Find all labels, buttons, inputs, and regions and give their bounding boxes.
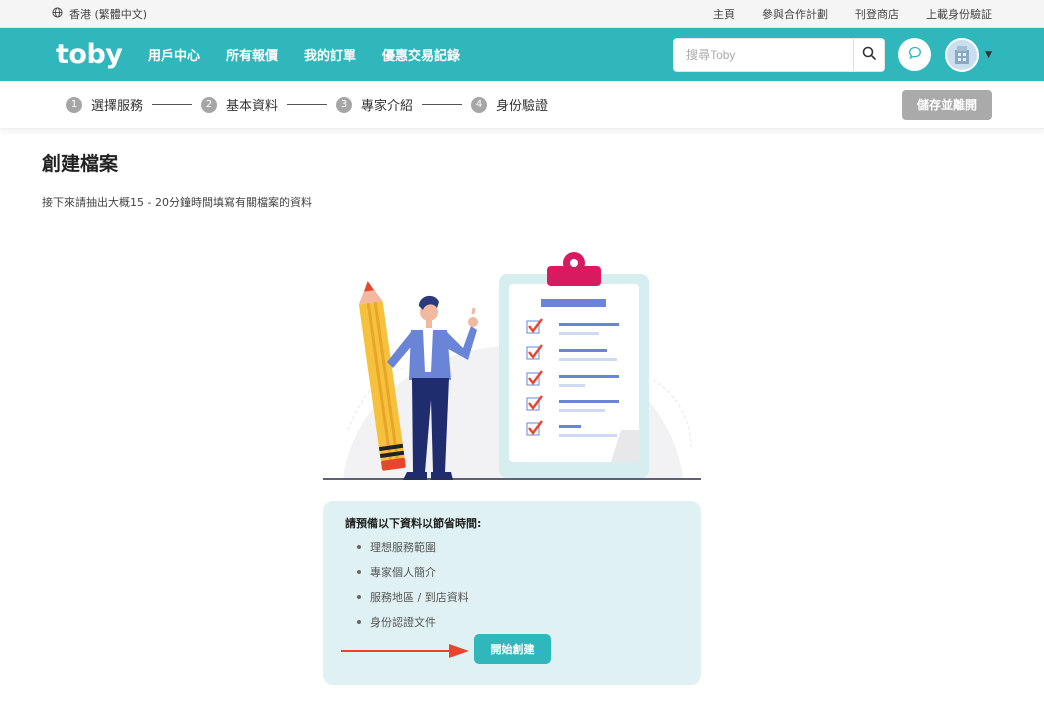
search-icon: [862, 45, 876, 64]
step-number: 4: [471, 96, 488, 113]
step-number: 3: [336, 96, 353, 113]
main-nav: 用戶中心 所有報價 我的訂單 優惠交易記錄: [148, 45, 460, 64]
search-input[interactable]: [674, 38, 854, 71]
step-label: 選擇服務: [91, 99, 144, 114]
list-item: 專家個人簡介: [357, 564, 681, 580]
chat-icon: [908, 45, 922, 64]
step-label: 身份驗證: [496, 99, 549, 114]
utility-bar: 香港 (繁體中文) 主頁 參與合作計劃 刊登商店 上載身份驗証: [0, 0, 1044, 28]
nav-all-quotes[interactable]: 所有報價: [226, 45, 278, 64]
step-2: 2 基本資料: [201, 95, 278, 114]
step-3: 3 專家介紹: [336, 95, 413, 114]
step-label: 專家介紹: [361, 99, 414, 114]
start-create-button[interactable]: 開始創建: [474, 634, 551, 664]
step-number: 2: [201, 96, 218, 113]
toby-logo[interactable]: toby: [56, 39, 146, 70]
nav-user-center[interactable]: 用戶中心: [148, 45, 200, 64]
caret-down-icon[interactable]: ▼: [985, 50, 992, 60]
main-header: toby 用戶中心 所有報價 我的訂單 優惠交易記錄 ▼: [0, 28, 1044, 81]
steps-bar: 1 選擇服務 2 基本資料 3 專家介紹 4 身份驗證 儲存並離開: [0, 81, 1044, 129]
page-title: 創建檔案: [42, 153, 119, 175]
create-profile-illustration: [323, 250, 701, 482]
step-divider: [287, 104, 328, 105]
step-label: 基本資料: [226, 99, 279, 114]
util-link-list-shop[interactable]: 刊登商店: [855, 6, 899, 22]
card-title: 請預備以下資料以節省時間:: [345, 517, 482, 530]
page-subtitle: 接下來請抽出大概15 - 20分鐘時間填寫有關檔案的資料: [42, 196, 312, 209]
avatar[interactable]: [945, 37, 980, 72]
globe-icon: [52, 6, 63, 21]
util-link-upload-id[interactable]: 上載身份驗証: [926, 6, 992, 22]
list-item: 身份認證文件: [357, 614, 681, 630]
red-arrow-icon: [341, 641, 471, 665]
prep-info-card: 請預備以下資料以節省時間: 理想服務範圍 專家個人簡介 服務地區 / 到店資料 …: [323, 501, 701, 685]
step-divider: [422, 104, 463, 105]
nav-deal-records[interactable]: 優惠交易記錄: [382, 45, 460, 64]
locale-label: 香港 (繁體中文): [69, 7, 148, 21]
util-link-partnership[interactable]: 參與合作計劃: [762, 6, 828, 22]
nav-my-orders[interactable]: 我的訂單: [304, 45, 356, 64]
main-content: 創建檔案 接下來請抽出大概15 - 20分鐘時間填寫有關檔案的資料: [0, 129, 1044, 210]
step-4: 4 身份驗證: [471, 95, 548, 114]
list-item: 服務地區 / 到店資料: [357, 589, 681, 605]
locale-selector[interactable]: 香港 (繁體中文): [52, 6, 147, 22]
list-item: 理想服務範圍: [357, 539, 681, 555]
step-divider: [152, 104, 193, 105]
chat-button[interactable]: [898, 38, 932, 71]
save-and-exit-button[interactable]: 儲存並離開: [902, 89, 992, 120]
search-button[interactable]: [853, 38, 885, 71]
prep-list: 理想服務範圍 專家個人簡介 服務地區 / 到店資料 身份認證文件: [357, 539, 681, 630]
step-number: 1: [66, 96, 82, 113]
util-link-home[interactable]: 主頁: [713, 6, 735, 22]
step-1: 1 選擇服務: [66, 95, 143, 114]
avatar-image: [947, 39, 978, 70]
search-box: [673, 37, 886, 72]
